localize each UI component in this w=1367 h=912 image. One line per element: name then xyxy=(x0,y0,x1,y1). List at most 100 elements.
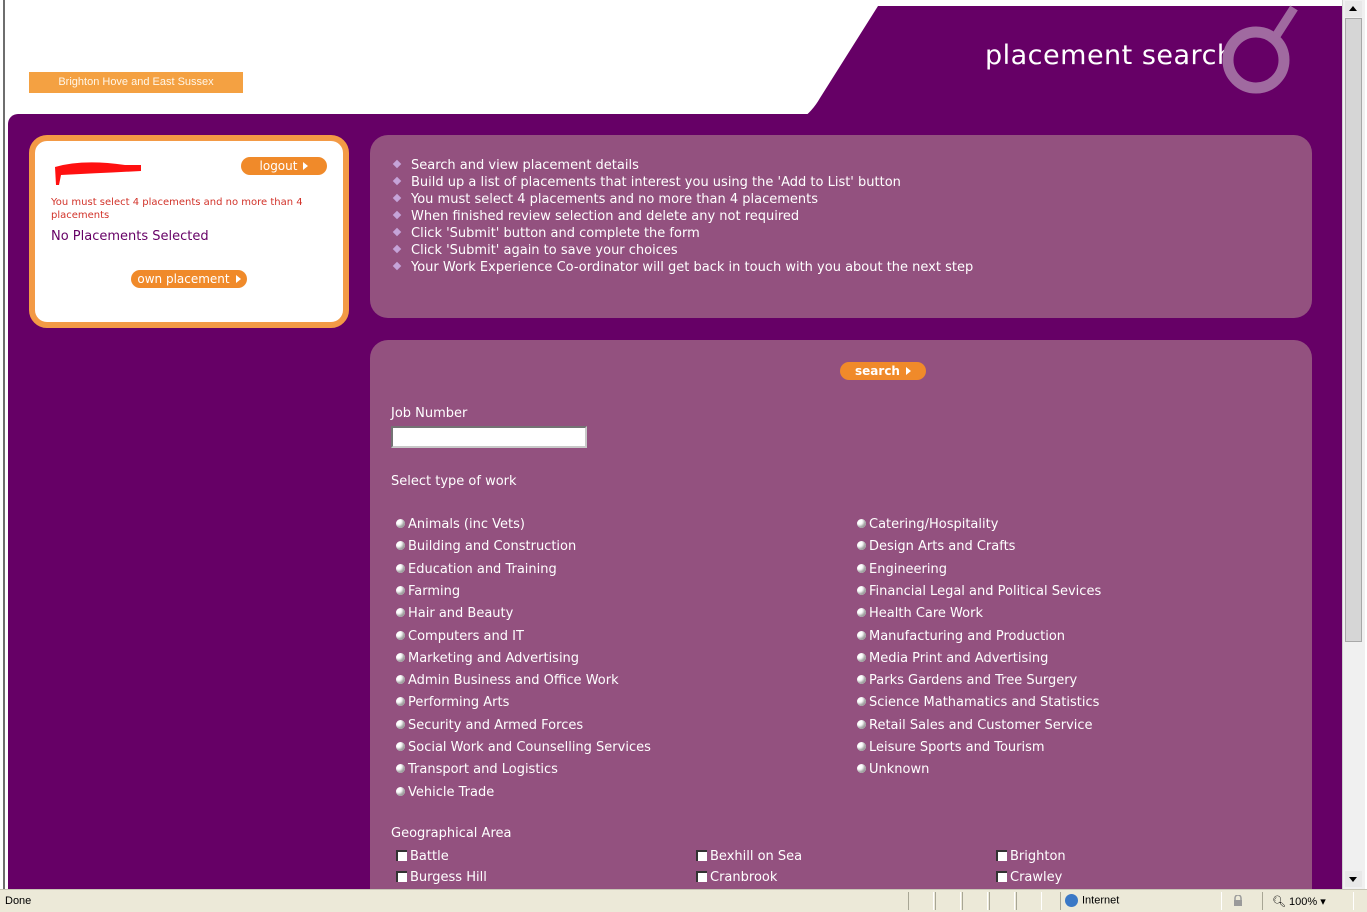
work-type-label: Science Mathamatics and Statistics xyxy=(869,695,1100,711)
work-type-label: Farming xyxy=(408,583,461,599)
job-number-label: Job Number xyxy=(391,406,468,421)
radio-icon[interactable] xyxy=(857,742,866,751)
bullet-icon xyxy=(392,176,402,186)
scroll-up-button[interactable] xyxy=(1345,1,1362,17)
browser-viewport: Brighton Hove and East Sussex placement … xyxy=(0,0,1342,889)
own-placement-label: own placement xyxy=(137,272,230,286)
radio-icon[interactable] xyxy=(857,675,866,685)
radio-icon[interactable] xyxy=(857,697,866,707)
search-label: search xyxy=(855,364,900,378)
work-type-radio[interactable]: Performing Arts xyxy=(396,694,509,712)
work-type-radio[interactable]: Parks Gardens and Tree Surgery xyxy=(857,672,1077,690)
arrow-down-icon xyxy=(1349,877,1357,882)
radio-icon[interactable] xyxy=(857,630,866,640)
radio-icon[interactable] xyxy=(857,519,866,528)
work-type-radio[interactable]: Manufacturing and Production xyxy=(857,628,1065,646)
work-type-radio[interactable]: Hair and Beauty xyxy=(396,605,513,623)
work-type-radio[interactable]: Animals (inc Vets) xyxy=(396,516,525,534)
work-type-radio[interactable]: Retail Sales and Customer Service xyxy=(857,717,1093,735)
search-button[interactable]: search xyxy=(840,362,926,380)
radio-icon[interactable] xyxy=(396,585,405,595)
work-type-radio[interactable]: Computers and IT xyxy=(396,628,524,646)
scrollbar-thumb[interactable] xyxy=(1345,18,1362,642)
checkbox-icon[interactable] xyxy=(396,850,407,861)
radio-icon[interactable] xyxy=(396,675,405,685)
area-checkbox[interactable]: Bexhill on Sea xyxy=(696,848,802,866)
work-type-radio[interactable]: Admin Business and Office Work xyxy=(396,672,619,690)
bullet-icon xyxy=(392,261,402,271)
list-item: Search and view placement details xyxy=(390,157,973,174)
protected-mode-icon[interactable] xyxy=(1232,895,1246,907)
radio-icon[interactable] xyxy=(396,719,405,729)
radio-icon[interactable] xyxy=(396,519,405,528)
list-item: Your Work Experience Co-ordinator will g… xyxy=(390,259,973,276)
work-type-radio[interactable]: Leisure Sports and Tourism xyxy=(857,739,1045,757)
radio-icon[interactable] xyxy=(857,541,866,551)
work-type-radio[interactable]: Design Arts and Crafts xyxy=(857,538,1015,556)
own-placement-button[interactable]: own placement xyxy=(131,270,247,288)
work-type-radio[interactable]: Engineering xyxy=(857,561,947,579)
work-type-label: Hair and Beauty xyxy=(408,606,514,622)
work-type-radio[interactable]: Security and Armed Forces xyxy=(396,717,583,735)
work-type-label: Education and Training xyxy=(408,561,557,577)
list-item: Click 'Submit' again to save your choice… xyxy=(390,242,973,259)
vertical-scrollbar[interactable] xyxy=(1342,0,1365,889)
work-type-radio[interactable]: Farming xyxy=(396,583,460,601)
work-type-radio[interactable]: Media Print and Advertising xyxy=(857,650,1048,668)
radio-icon[interactable] xyxy=(396,630,405,640)
work-type-radio[interactable]: Marketing and Advertising xyxy=(396,650,579,668)
bullet-icon xyxy=(392,244,402,254)
work-type-radio[interactable]: Health Care Work xyxy=(857,605,983,623)
work-type-radio[interactable]: Financial Legal and Political Sevices xyxy=(857,583,1101,601)
work-type-label: Engineering xyxy=(869,561,947,577)
logout-button[interactable]: logout xyxy=(241,157,327,175)
work-type-radio[interactable]: Vehicle Trade xyxy=(396,784,494,802)
work-type-label: Select type of work xyxy=(391,474,517,489)
area-checkbox[interactable]: Burgess Hill xyxy=(396,869,487,887)
radio-icon[interactable] xyxy=(857,719,866,729)
search-panel: search Job Number Select type of work An… xyxy=(370,340,1312,889)
work-type-radio[interactable]: Transport and Logistics xyxy=(396,761,558,779)
security-zone: Internet xyxy=(1065,894,1119,907)
checkbox-icon[interactable] xyxy=(996,850,1007,861)
zoom-level[interactable]: 🔍︎ 100% ▾ xyxy=(1272,895,1326,908)
area-checkbox[interactable]: Brighton xyxy=(996,848,1066,866)
area-checkbox[interactable]: Cranbrook xyxy=(696,869,777,887)
work-type-radio[interactable]: Social Work and Counselling Services xyxy=(396,739,651,757)
zoom-icon: 🔍︎ xyxy=(1272,896,1286,908)
work-type-radio[interactable]: Catering/Hospitality xyxy=(857,516,998,534)
checkbox-icon[interactable] xyxy=(696,871,707,882)
radio-icon[interactable] xyxy=(396,608,405,618)
area-checkbox[interactable]: Crawley xyxy=(996,869,1062,887)
area-label: Bexhill on Sea xyxy=(710,849,803,864)
area-checkbox[interactable]: Battle xyxy=(396,848,449,866)
work-type-label: Marketing and Advertising xyxy=(408,650,580,666)
radio-icon[interactable] xyxy=(396,563,405,573)
radio-icon[interactable] xyxy=(396,764,405,774)
work-type-label: Unknown xyxy=(869,762,930,778)
radio-icon[interactable] xyxy=(857,608,866,618)
selection-status: No Placements Selected xyxy=(51,229,209,244)
work-type-radio[interactable]: Education and Training xyxy=(396,561,557,579)
work-type-radio[interactable]: Unknown xyxy=(857,761,929,779)
radio-icon[interactable] xyxy=(857,652,866,662)
job-number-input[interactable] xyxy=(391,426,587,448)
checkbox-icon[interactable] xyxy=(696,850,707,861)
work-type-label: Retail Sales and Customer Service xyxy=(869,717,1093,733)
arrow-right-icon xyxy=(235,274,241,283)
checkbox-icon[interactable] xyxy=(996,871,1007,882)
radio-icon[interactable] xyxy=(396,541,405,551)
radio-icon[interactable] xyxy=(396,742,405,751)
radio-icon[interactable] xyxy=(396,652,405,662)
radio-icon[interactable] xyxy=(396,697,405,707)
checkbox-icon[interactable] xyxy=(396,871,407,882)
radio-icon[interactable] xyxy=(857,585,866,595)
work-type-radio[interactable]: Science Mathamatics and Statistics xyxy=(857,694,1099,712)
scroll-down-button[interactable] xyxy=(1345,871,1362,887)
radio-icon[interactable] xyxy=(857,764,866,774)
user-panel: logout You must select 4 placements and … xyxy=(29,135,349,328)
radio-icon[interactable] xyxy=(857,563,866,573)
status-text: Done xyxy=(5,895,32,907)
radio-icon[interactable] xyxy=(396,786,405,796)
work-type-radio[interactable]: Building and Construction xyxy=(396,538,576,556)
